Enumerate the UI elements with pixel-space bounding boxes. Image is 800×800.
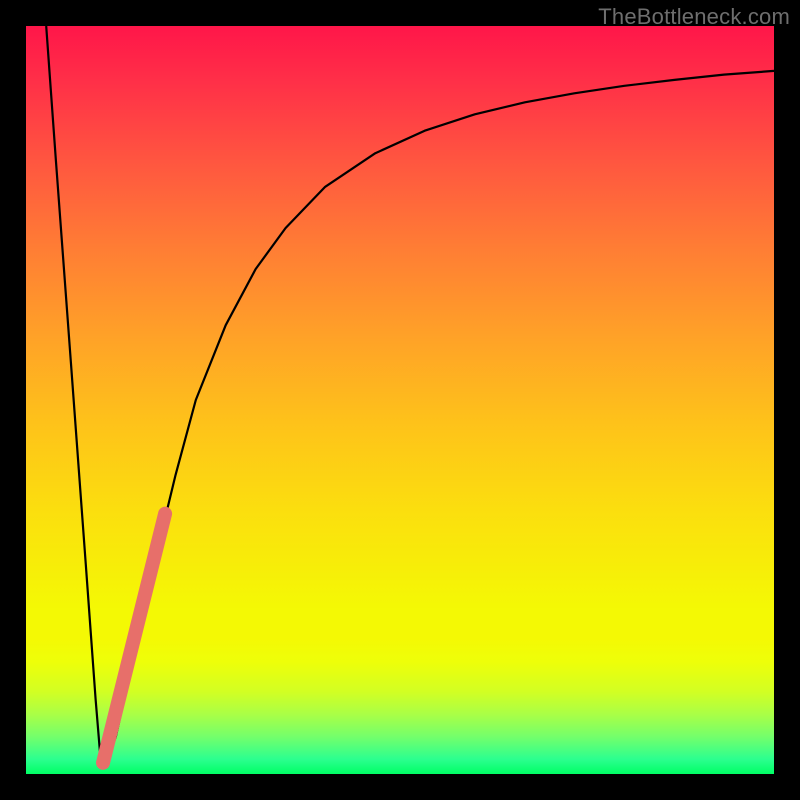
plot-area xyxy=(26,26,774,774)
highlight-range-marker xyxy=(103,514,165,763)
chart-frame: TheBottleneck.com xyxy=(0,0,800,800)
watermark-text: TheBottleneck.com xyxy=(598,4,790,30)
chart-svg xyxy=(26,26,774,774)
bottleneck-percent-curve xyxy=(46,26,774,764)
